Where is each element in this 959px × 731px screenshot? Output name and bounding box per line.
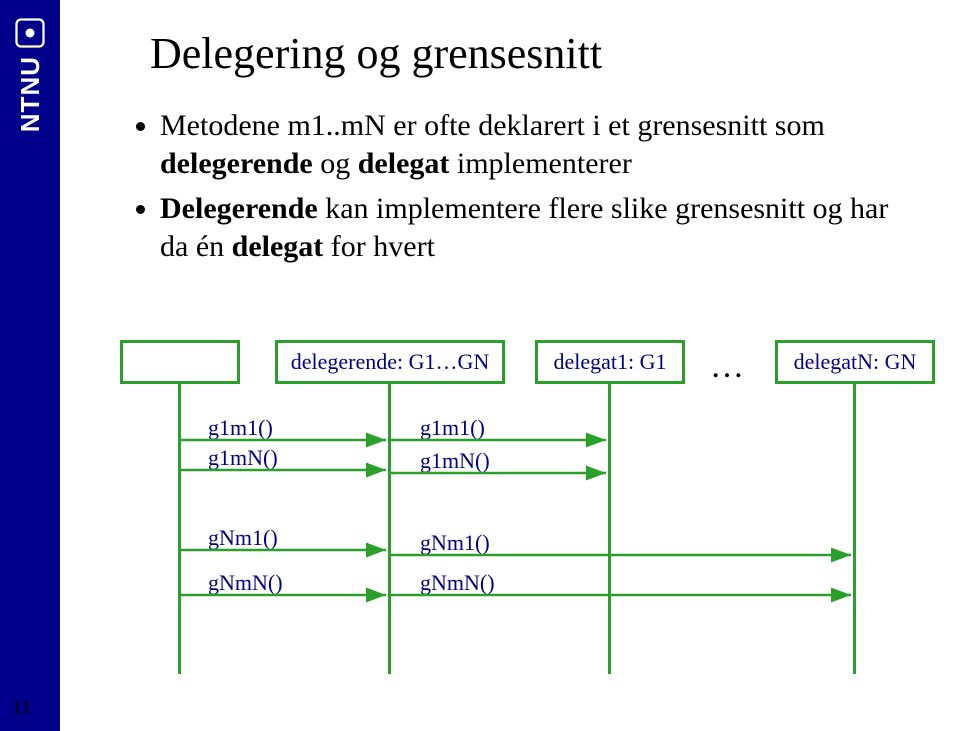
bullet-text: Metodene m1..mN er ofte deklarert i et g… xyxy=(160,109,825,142)
bullet-bold: delegat xyxy=(232,230,324,263)
bullet-item: Delegerende kan implementere flere slike… xyxy=(160,190,959,265)
lifeline-box-caller xyxy=(120,340,240,384)
msg-label: g1mN() xyxy=(420,448,490,474)
ntnu-logo-icon xyxy=(15,18,45,48)
lifeline-delegerende xyxy=(388,384,391,674)
lifeline-delegatn xyxy=(853,384,856,674)
msg-label: gNmN() xyxy=(208,570,283,596)
arrows-icon xyxy=(60,340,959,680)
page-title: Delegering og grensesnitt xyxy=(60,0,959,107)
bullet-text: implementerer xyxy=(449,147,631,180)
msg-label: gNm1() xyxy=(208,525,278,551)
bullet-bold: Delegerende xyxy=(160,192,318,225)
bullet-text: for hvert xyxy=(323,230,435,263)
bullet-text: og xyxy=(313,147,358,180)
sidebar: NTNU xyxy=(0,0,60,731)
msg-label: gNm1() xyxy=(420,530,490,556)
lifeline-delegat1 xyxy=(608,384,611,674)
page-number: 11 xyxy=(12,696,31,719)
lifeline-box-delegatn: delegatN: GN xyxy=(775,340,935,384)
bullet-bold: delegat xyxy=(358,147,450,180)
sequence-diagram: delegerende: G1…GN delegat1: G1 delegatN… xyxy=(60,340,959,680)
ellipsis-icon: … xyxy=(710,348,744,386)
msg-label: gNmN() xyxy=(420,570,495,596)
msg-label: g1m1() xyxy=(420,415,485,441)
bullet-bold: delegerende xyxy=(160,147,313,180)
lifeline-box-delegerende: delegerende: G1…GN xyxy=(275,340,505,384)
bullet-item: Metodene m1..mN er ofte deklarert i et g… xyxy=(160,107,959,182)
bullet-list: Metodene m1..mN er ofte deklarert i et g… xyxy=(60,107,959,265)
lifeline-box-delegat1: delegat1: G1 xyxy=(535,340,685,384)
lifeline-caller xyxy=(178,384,181,674)
sidebar-org: NTNU xyxy=(15,56,46,132)
msg-label: g1m1() xyxy=(208,415,273,441)
msg-label: g1mN() xyxy=(208,445,278,471)
